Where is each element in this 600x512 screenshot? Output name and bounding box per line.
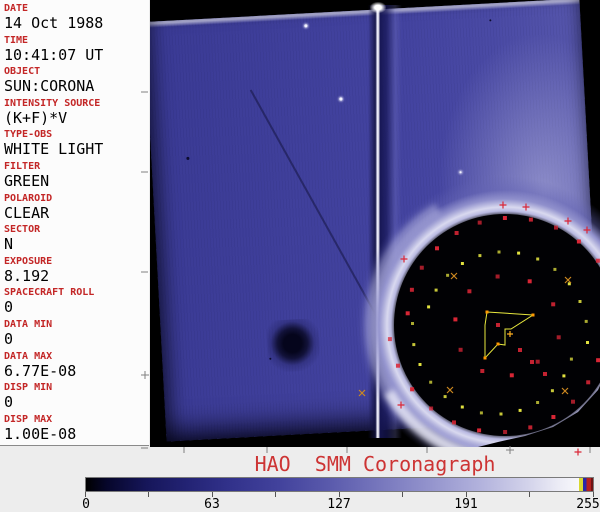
coronagraph-viewer-window: DATE 14 Oct 1988 TIME 10:41:07 UT OBJECT… (0, 0, 600, 512)
field-exposure: EXPOSURE 8.192 (4, 255, 149, 287)
viewer-title: HAO SMM Coronagraph (254, 452, 496, 476)
colorbar-tick (402, 492, 403, 497)
colorbar-gradient (85, 477, 594, 492)
field-label: SECTOR (4, 224, 41, 236)
dust-speck (269, 357, 272, 360)
colorbar-tick-label: 255 (576, 497, 600, 512)
field-label: EXPOSURE (4, 255, 53, 267)
dust-speck (186, 156, 190, 160)
field-value: WHITE LIGHT (4, 140, 104, 159)
field-label: DATA MIN (4, 318, 53, 330)
pylon-glow (370, 2, 386, 13)
field-label: SPACECRAFT ROLL (4, 287, 95, 299)
star-speck (339, 97, 343, 101)
field-time: TIME 10:41:07 UT (4, 34, 149, 66)
colorbar-tick-label: 63 (204, 497, 220, 512)
field-object: OBJECT SUN:CORONA (4, 65, 149, 97)
field-value: 0 (4, 298, 14, 317)
field-type-obs: TYPE-OBS WHITE LIGHT (4, 128, 149, 160)
field-sector: SECTOR N (4, 223, 149, 255)
field-disp-max: DISP MAX 1.00E-08 (4, 413, 149, 445)
field-value: (K+F)*V (4, 108, 68, 127)
field-value: 14 Oct 1988 (4, 14, 104, 32)
colorbar-tick (275, 492, 276, 497)
field-date: DATE 14 Oct 1988 (4, 2, 149, 34)
colorbar-tick (529, 492, 530, 497)
field-value: N (4, 235, 14, 254)
field-value: 10:41:07 UT (4, 45, 104, 64)
colorbar-tick-label: 0 (82, 497, 90, 512)
field-spacecraft-roll: SPACECRAFT ROLL 0 (4, 286, 149, 318)
field-value: SUN:CORONA (4, 77, 95, 96)
dust-speck (489, 19, 492, 22)
star-speck (459, 171, 462, 174)
colorbar-tick (148, 492, 149, 497)
occulting-disk (394, 214, 600, 436)
field-label: POLAROID (4, 192, 53, 204)
metadata-panel: DATE 14 Oct 1988 TIME 10:41:07 UT OBJECT… (0, 0, 149, 446)
field-value: 1.00E-08 (4, 424, 77, 443)
field-data-min: DATA MIN 0 (4, 318, 149, 350)
field-intensity-source: INTENSITY SOURCE (K+F)*V (4, 97, 149, 129)
field-label: INTENSITY SOURCE (4, 97, 101, 109)
field-polaroid: POLAROID CLEAR (4, 192, 149, 224)
field-value: 8.192 (4, 266, 50, 285)
field-value: 0 (4, 329, 14, 348)
star-speck (304, 24, 308, 28)
field-filter: FILTER GREEN (4, 160, 149, 192)
field-label: DISP MIN (4, 382, 53, 394)
field-value: GREEN (4, 171, 50, 190)
field-value: 0 (4, 393, 14, 412)
field-label: DATA MAX (4, 350, 53, 362)
colorbar-tick-label: 191 (454, 497, 478, 512)
field-value: CLEAR (4, 203, 50, 222)
field-data-max: DATA MAX 6.77E-08 (4, 350, 149, 382)
dark-blob-artifact (266, 318, 322, 373)
coronagraph-viewport[interactable] (150, 0, 600, 447)
field-disp-min: DISP MIN 0 (4, 381, 149, 413)
field-label: DISP MAX (4, 413, 53, 425)
colorbar-tick-label: 127 (327, 497, 351, 512)
field-value: 6.77E-08 (4, 361, 77, 380)
field-label: TIME (4, 34, 29, 46)
